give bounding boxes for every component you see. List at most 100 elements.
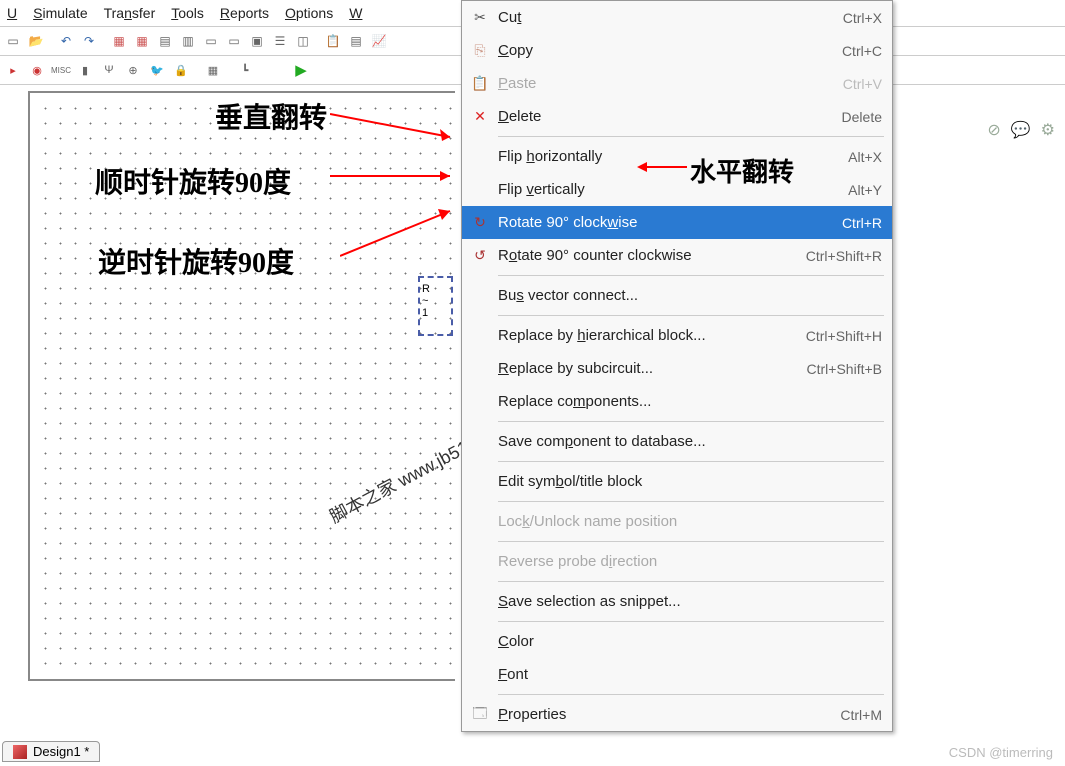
grid-icon[interactable]: ▦ (108, 30, 130, 52)
menu-copy-label: Copy (498, 42, 842, 59)
menu-transfer[interactable]: Transfer (97, 3, 163, 23)
menu-paste-label: Paste (498, 75, 843, 92)
tab-design1[interactable]: Design1 * (2, 741, 100, 762)
annot-ccw: 逆时针旋转90度 (98, 241, 294, 281)
props-icon[interactable]: 📋 (322, 30, 344, 52)
menu-save-snippet[interactable]: Save selection as snippet... (462, 585, 892, 618)
menu-save-comp[interactable]: Save component to database... (462, 425, 892, 458)
menu-cut-icon: ✂ (462, 9, 498, 26)
annot-vflip: 垂直翻转 (215, 96, 327, 136)
menu-color[interactable]: Color (462, 625, 892, 658)
menu-cut-label: Cut (498, 9, 843, 26)
redo-icon[interactable]: ↷ (78, 30, 100, 52)
separator (498, 621, 884, 622)
menu-simulate[interactable]: Simulate (26, 3, 94, 23)
selected-component[interactable]: R ~ 1 (418, 276, 453, 336)
menu-flip-h-shortcut: Alt+X (848, 149, 882, 165)
menu-rotate-ccw-label: Rotate 90° counter clockwise (498, 247, 806, 264)
menu-save-snippet-label: Save selection as snippet... (498, 593, 882, 610)
separator (498, 694, 884, 695)
tab-label: Design1 * (33, 744, 89, 759)
menu-reverse-probe: Reverse probe direction (462, 545, 892, 578)
separator (498, 461, 884, 462)
menu-options[interactable]: Options (278, 3, 340, 23)
menu-rotate-ccw[interactable]: ↺Rotate 90° counter clockwiseCtrl+Shift+… (462, 239, 892, 272)
menu-tools[interactable]: Tools (164, 3, 211, 23)
menu-replace-hier-shortcut: Ctrl+Shift+H (806, 328, 882, 344)
menu-delete-shortcut: Delete (842, 109, 882, 125)
menu-paste: 📋PasteCtrl+V (462, 67, 892, 100)
table-icon[interactable]: ▤ (154, 30, 176, 52)
menu-copy-shortcut: Ctrl+C (842, 43, 882, 59)
table2-icon[interactable]: ▥ (177, 30, 199, 52)
menu-delete[interactable]: ✕DeleteDelete (462, 100, 892, 133)
chip-icon[interactable]: ▮ (74, 59, 96, 81)
lock-icon[interactable]: 🔒 (170, 59, 192, 81)
menu-copy-icon: ⎘ (462, 42, 498, 59)
new-icon[interactable]: ▭ (2, 30, 24, 52)
list-icon[interactable]: ☰ (269, 30, 291, 52)
menu-replace-sub-shortcut: Ctrl+Shift+B (807, 361, 882, 377)
menu-copy[interactable]: ⎘CopyCtrl+C (462, 34, 892, 67)
menu-properties-icon: 🗔 (462, 703, 498, 727)
tab-bar: Design1 * (2, 741, 100, 762)
menu-lock-label: Lock/Unlock name position (498, 513, 882, 530)
menu-rotate-cw-label: Rotate 90° clockwise (498, 214, 842, 231)
menu-w[interactable]: W (342, 3, 369, 23)
separator (498, 501, 884, 502)
layers-icon[interactable]: ◫ (292, 30, 314, 52)
right-status-icons: ⊘ 💬 ⚙ (987, 120, 1055, 140)
connector-icon[interactable]: ⊕ (122, 59, 144, 81)
annot-cw: 顺时针旋转90度 (95, 161, 291, 201)
grid2-icon[interactable]: ▦ (131, 30, 153, 52)
menu-reports[interactable]: Reports (213, 3, 276, 23)
chat-icon[interactable]: 💬 (1011, 120, 1031, 140)
menu-delete-label: Delete (498, 108, 842, 125)
menu-bus-vector[interactable]: Bus vector connect... (462, 279, 892, 312)
menu-lock: Lock/Unlock name position (462, 505, 892, 538)
bird-icon[interactable]: 🐦 (146, 59, 168, 81)
menu-flip-v[interactable]: Flip verticallyAlt+Y (462, 173, 892, 206)
panel-icon[interactable]: ▭ (200, 30, 222, 52)
context-menu: ✂CutCtrl+X⎘CopyCtrl+C📋PasteCtrl+V✕Delete… (461, 0, 893, 732)
annot-hflip: 水平翻转 (690, 152, 794, 189)
menu-replace-comp[interactable]: Replace components... (462, 385, 892, 418)
menu-delete-icon: ✕ (462, 108, 498, 125)
check-icon[interactable]: ⊘ (987, 120, 1000, 140)
antenna-icon[interactable]: Ψ (98, 59, 120, 81)
menu-edit-symbol[interactable]: Edit symbol/title block (462, 465, 892, 498)
menu-replace-hier[interactable]: Replace by hierarchical block...Ctrl+Shi… (462, 319, 892, 352)
menu-properties[interactable]: 🗔PropertiesCtrl+M (462, 698, 892, 731)
menu-paste-shortcut: Ctrl+V (843, 76, 882, 92)
menu-rotate-ccw-icon: ↺ (462, 247, 498, 264)
menu-save-comp-label: Save component to database... (498, 433, 882, 450)
design-file-icon (13, 745, 27, 759)
menu-flip-h-label: Flip horizontally (498, 148, 848, 165)
open-icon[interactable]: 📂 (25, 30, 47, 52)
menu-reverse-probe-label: Reverse probe direction (498, 553, 882, 570)
net-icon[interactable]: ▦ (202, 59, 224, 81)
menu-u[interactable]: U (0, 3, 24, 23)
run-icon[interactable]: ▶ (290, 59, 312, 81)
menu-rotate-cw-icon: ↻ (462, 214, 498, 231)
panel2-icon[interactable]: ▭ (223, 30, 245, 52)
wire-icon[interactable]: ┗ (234, 59, 256, 81)
menu-edit-symbol-label: Edit symbol/title block (498, 473, 882, 490)
window-icon[interactable]: ▣ (246, 30, 268, 52)
diode-icon[interactable]: ▸ (2, 59, 24, 81)
menu-replace-sub[interactable]: Replace by subcircuit...Ctrl+Shift+B (462, 352, 892, 385)
menu-rotate-cw[interactable]: ↻Rotate 90° clockwiseCtrl+R (462, 206, 892, 239)
separator (498, 581, 884, 582)
gear-icon[interactable]: ⚙ (1041, 120, 1055, 140)
separator (498, 275, 884, 276)
menu-cut-shortcut: Ctrl+X (843, 10, 882, 26)
undo-icon[interactable]: ↶ (55, 30, 77, 52)
separator (498, 315, 884, 316)
chart-icon[interactable]: 📈 (368, 30, 390, 52)
comp-icon[interactable]: ▤ (345, 30, 367, 52)
misc-icon[interactable]: MISC (50, 59, 72, 81)
menu-flip-h[interactable]: Flip horizontallyAlt+X (462, 140, 892, 173)
led-icon[interactable]: ◉ (26, 59, 48, 81)
menu-cut[interactable]: ✂CutCtrl+X (462, 1, 892, 34)
menu-font[interactable]: Font (462, 658, 892, 691)
